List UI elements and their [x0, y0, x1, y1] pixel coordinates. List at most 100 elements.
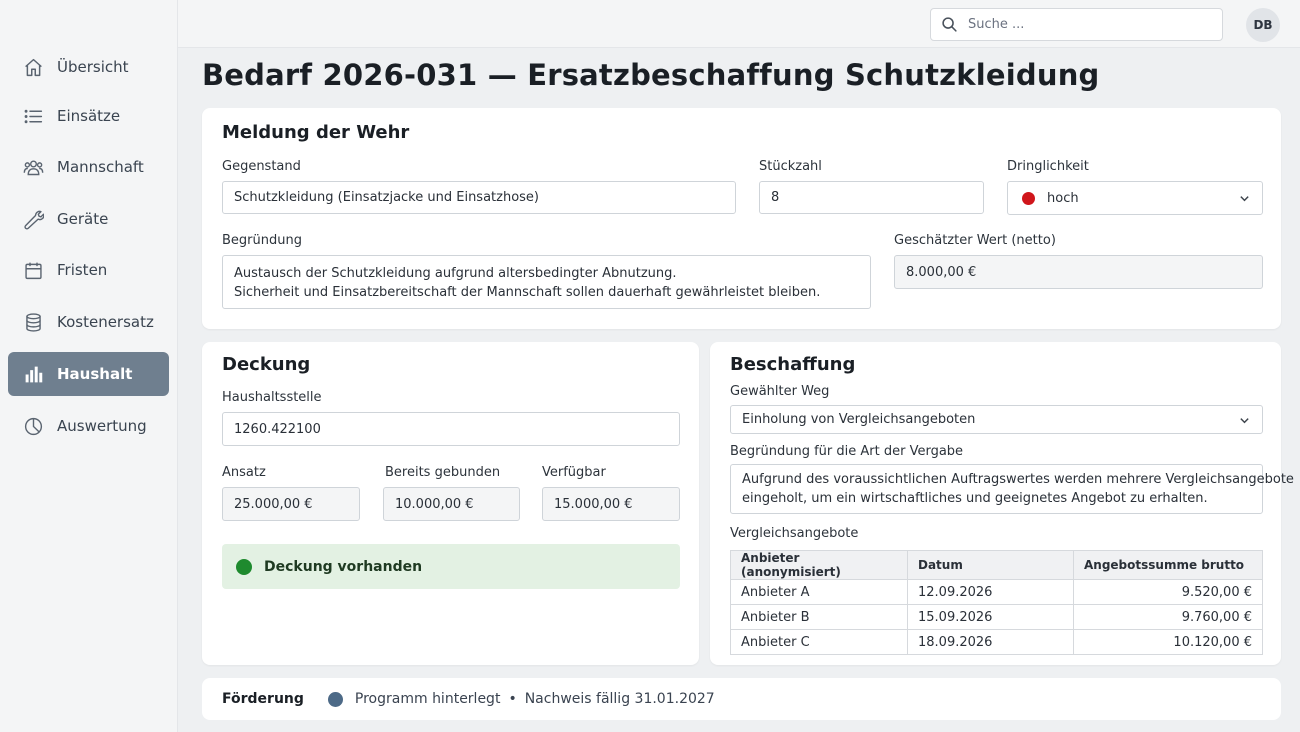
table-cell: Anbieter C	[730, 629, 908, 655]
sidebar-item-label: Übersicht	[57, 58, 129, 76]
weg-select[interactable]: Einholung von Vergleichsangeboten	[730, 405, 1263, 434]
separator: •	[508, 691, 517, 707]
begruendung-label: Begründung	[222, 233, 302, 248]
gebunden-label: Bereits gebunden	[385, 465, 501, 480]
table-cell: Anbieter B	[730, 604, 908, 630]
meldung-card: Meldung der Wehr Gegenstand Schutzkleidu…	[202, 108, 1281, 329]
users-icon	[22, 156, 44, 178]
meldung-title: Meldung der Wehr	[222, 122, 410, 143]
urgency-dot-icon	[1022, 191, 1035, 205]
search-input[interactable]	[968, 17, 1208, 32]
table-row[interactable]: Anbieter A 12.09.2026 9.520,00 €	[730, 579, 1263, 605]
sidebar-item-label: Mannschaft	[57, 158, 144, 176]
avatar[interactable]: DB	[1246, 8, 1280, 42]
bar-chart-icon	[22, 363, 44, 385]
table-row[interactable]: Anbieter C 18.09.2026 10.120,00 €	[730, 629, 1263, 655]
deckung-status-text: Deckung vorhanden	[264, 558, 423, 575]
wert-value: 8.000,00 €	[906, 264, 977, 280]
status-dot-icon	[327, 691, 343, 707]
beschaffung-card: Beschaffung Gewählter Weg Einholung von …	[710, 342, 1294, 665]
stueckzahl-value: 8	[771, 190, 780, 205]
sidebar-item-mannschaft[interactable]: Mannschaft	[8, 145, 169, 189]
calendar-icon	[22, 259, 44, 281]
ansatz-label: Ansatz	[222, 465, 266, 480]
gegenstand-field[interactable]: Schutzkleidung (Einsatzjacke und Einsatz…	[222, 181, 736, 214]
table-cell: 15.09.2026	[907, 604, 1074, 630]
deckung-card: Deckung Haushaltsstelle 1260.422100 Ansa…	[202, 342, 699, 665]
database-icon	[22, 311, 44, 333]
dringlichkeit-value: hoch	[1047, 190, 1079, 206]
haushaltsstelle-field[interactable]: 1260.422100	[222, 412, 680, 446]
table-cell: Anbieter A	[730, 579, 908, 605]
haushaltsstelle-value: 1260.422100	[234, 421, 321, 437]
angebote-label: Vergleichsangebote	[730, 526, 859, 541]
home-icon	[22, 56, 44, 78]
begruendung-line: Sicherheit und Einsatzbereitschaft der M…	[234, 285, 821, 300]
gegenstand-value: Schutzkleidung (Einsatzjacke und Einsatz…	[234, 190, 540, 205]
deckung-status: Deckung vorhanden	[222, 544, 680, 589]
column-header: Datum	[907, 550, 1074, 580]
sidebar-item-label: Auswertung	[57, 417, 147, 435]
wrench-icon	[22, 208, 44, 230]
stueckzahl-field[interactable]: 8	[759, 181, 984, 214]
sidebar-item-haushalt[interactable]: Haushalt	[8, 352, 169, 396]
search-icon	[941, 16, 958, 33]
verfuegbar-field[interactable]: 15.000,00 €	[542, 487, 680, 521]
sidebar-item-label: Fristen	[57, 261, 108, 279]
wert-label: Geschätzter Wert (netto)	[894, 233, 1056, 248]
begruendung-textarea[interactable]: Austausch der Schutzkleidung aufgrund al…	[222, 255, 871, 309]
gegenstand-label: Gegenstand	[222, 159, 301, 174]
dringlichkeit-select[interactable]: hoch	[1007, 181, 1263, 215]
table-header-row: Anbieter (anonymisiert) Datum Angebotssu…	[730, 550, 1263, 580]
column-header: Angebotssumme brutto	[1073, 550, 1263, 580]
chevron-down-icon	[1239, 193, 1250, 204]
gebunden-value: 10.000,00 €	[395, 496, 474, 512]
sidebar-item-geraete[interactable]: Geräte	[8, 197, 169, 241]
table-row[interactable]: Anbieter B 15.09.2026 9.760,00 €	[730, 604, 1263, 630]
sidebar: Übersicht Einsätze Mannschaft Geräte Fri…	[0, 0, 178, 732]
foerderung-title: Förderung	[222, 691, 304, 707]
wert-field[interactable]: 8.000,00 €	[894, 255, 1263, 289]
status-dot-icon	[236, 558, 252, 575]
topbar: DB	[178, 0, 1300, 48]
sidebar-item-label: Geräte	[57, 210, 109, 228]
vergabe-begruendung-label: Begründung für die Art der Vergabe	[730, 444, 964, 459]
search-box[interactable]	[930, 8, 1223, 41]
chevron-down-icon	[1239, 415, 1250, 426]
gebunden-field[interactable]: 10.000,00 €	[383, 487, 520, 521]
sidebar-item-label: Haushalt	[57, 365, 133, 383]
deckung-title: Deckung	[222, 354, 311, 375]
page-title: Bedarf 2026-031 — Ersatzbeschaffung Schu…	[202, 58, 1100, 92]
sidebar-item-kostenersatz[interactable]: Kostenersatz	[8, 300, 169, 344]
table-cell: 18.09.2026	[907, 629, 1074, 655]
sidebar-item-label: Einsätze	[57, 107, 121, 125]
verfuegbar-label: Verfügbar	[542, 465, 606, 480]
list-icon	[22, 105, 44, 127]
verfuegbar-value: 15.000,00 €	[554, 496, 633, 512]
weg-label: Gewählter Weg	[730, 384, 830, 399]
dringlichkeit-label: Dringlichkeit	[1007, 159, 1089, 174]
foerderung-program-text: Programm hinterlegt	[354, 691, 501, 707]
ansatz-field[interactable]: 25.000,00 €	[222, 487, 360, 521]
foerderung-bar: Förderung Programm hinterlegt • Nachweis…	[202, 678, 1281, 720]
column-header: Anbieter (anonymisiert)	[730, 550, 908, 580]
sidebar-item-auswertung[interactable]: Auswertung	[8, 404, 169, 448]
sidebar-item-einsaetze[interactable]: Einsätze	[8, 94, 169, 138]
ansatz-value: 25.000,00 €	[234, 496, 313, 512]
table-cell: 9.520,00 €	[1073, 579, 1263, 605]
vergabe-begruendung-textarea[interactable]: Aufgrund des voraussichtlichen Auftragsw…	[730, 464, 1294, 514]
table-cell: 12.09.2026	[907, 579, 1074, 605]
sidebar-item-fristen[interactable]: Fristen	[8, 248, 169, 292]
sidebar-item-uebersicht[interactable]: Übersicht	[8, 45, 169, 89]
pie-chart-icon	[22, 415, 44, 437]
haushaltsstelle-label: Haushaltsstelle	[222, 390, 322, 405]
beschaffung-title: Beschaffung	[730, 354, 856, 375]
weg-value: Einholung von Vergleichsangeboten	[742, 412, 976, 427]
offers-table: Anbieter (anonymisiert) Datum Angebotssu…	[730, 550, 1263, 655]
vergabe-begruendung-line: Aufgrund des voraussichtlichen Auftragsw…	[742, 472, 1294, 487]
vergabe-begruendung-line: eingeholt, um ein wirtschaftliches und g…	[742, 491, 1208, 506]
sidebar-item-label: Kostenersatz	[57, 313, 154, 331]
foerderung-deadline-text: Nachweis fällig 31.01.2027	[524, 691, 715, 707]
stueckzahl-label: Stückzahl	[759, 159, 822, 174]
table-cell: 9.760,00 €	[1073, 604, 1263, 630]
